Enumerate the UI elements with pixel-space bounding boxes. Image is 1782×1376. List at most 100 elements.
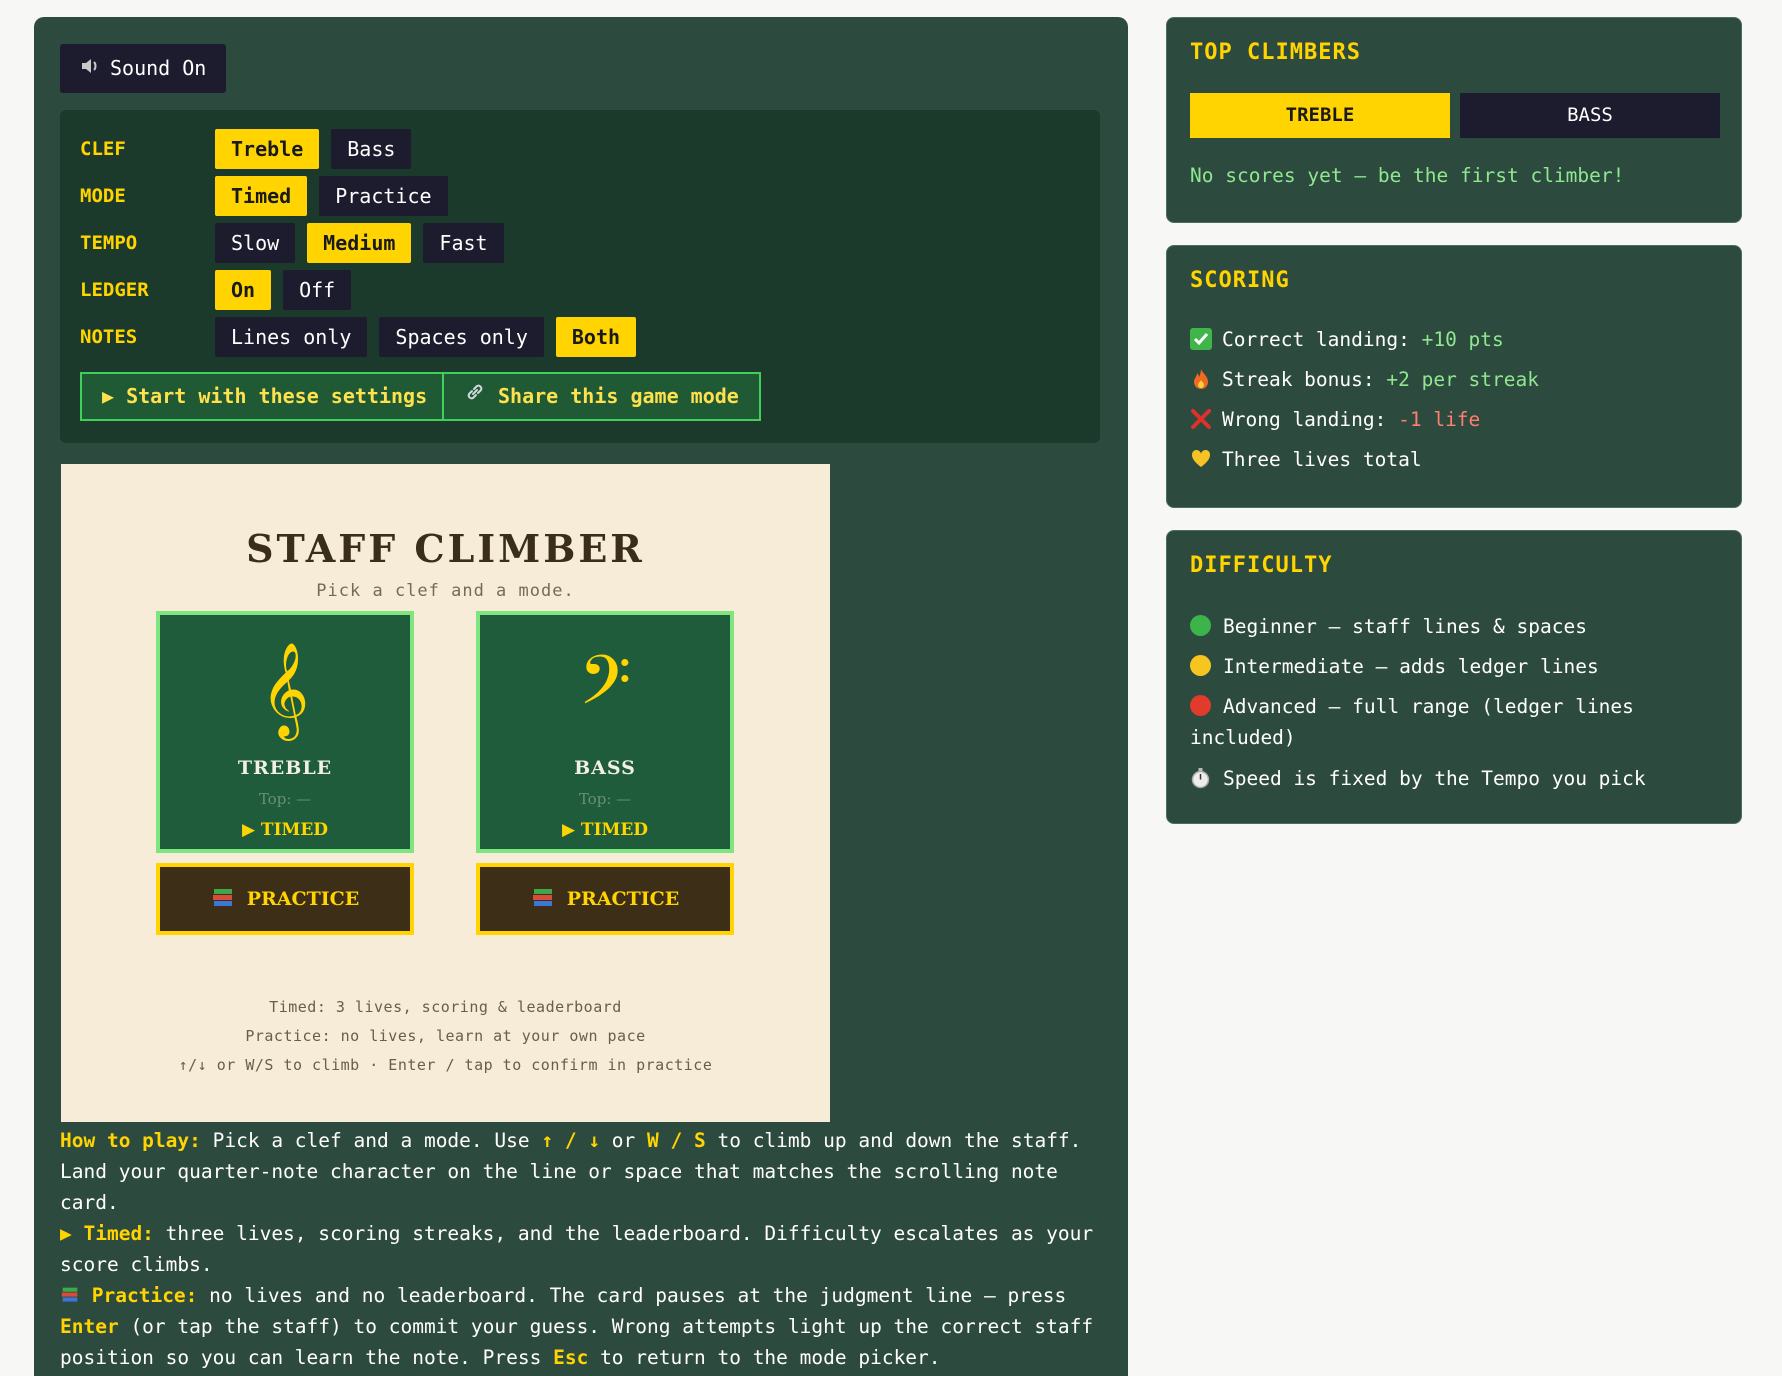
stopwatch-icon (1190, 767, 1223, 790)
clef-card-top-score: Top: — (258, 790, 312, 808)
howto-text: to return to the mode picker. (588, 1346, 941, 1369)
arrow-keys: ↑ / ↓ (541, 1129, 601, 1152)
leaderboard-panel: TOP CLIMBERS TREBLE BASS No scores yet —… (1166, 17, 1742, 223)
bass-timed-card[interactable]: 𝄢 BASS Top: — ▶ TIMED (476, 611, 734, 853)
option-practice[interactable]: Practice (319, 176, 448, 216)
option-fast[interactable]: Fast (423, 223, 504, 263)
howto-text: Pick a clef and a mode. Use (200, 1129, 542, 1152)
enter-key: Enter (60, 1315, 119, 1338)
setting-row-notes: NOTES Lines only Spaces only Both (80, 317, 648, 357)
option-ledger-on[interactable]: On (215, 270, 272, 310)
game-subtitle: Pick a clef and a mode. (316, 581, 575, 601)
treble-clef-icon: 𝄞 (260, 642, 310, 737)
setting-row-mode: MODE Timed Practice (80, 176, 460, 216)
difficulty-item-speed: Speed is fixed by the Tempo you pick (1190, 763, 1720, 794)
difficulty-panel: DIFFICULTY Beginner — staff lines & spac… (1166, 530, 1742, 824)
option-medium[interactable]: Medium (307, 223, 412, 263)
setting-label: CLEF (80, 138, 126, 160)
esc-key: Esc (553, 1346, 589, 1369)
how-to-play: How to play: Pick a clef and a mode. Use… (60, 1125, 1110, 1373)
howto-label: How to play: (60, 1129, 201, 1152)
yellow-circle-icon (1190, 655, 1211, 676)
option-both[interactable]: Both (555, 317, 637, 357)
red-circle-icon (1190, 695, 1211, 716)
option-bass[interactable]: Bass (331, 129, 412, 169)
leaderboard-tab-treble[interactable]: TREBLE (1190, 93, 1450, 138)
scoring-item-correct: Correct landing: +10 pts (1190, 324, 1720, 355)
sound-toggle-button[interactable]: Sound On (60, 44, 227, 93)
option-lines-only[interactable]: Lines only (215, 317, 368, 357)
game-canvas[interactable]: STAFF CLIMBER Pick a clef and a mode. 𝄞 … (61, 464, 830, 1122)
practice-label: PRACTICE (566, 888, 680, 910)
clef-card-timed-label: ▶ TIMED (561, 820, 649, 840)
howto-paragraph-3: Practice: no lives and no leaderboard. T… (60, 1280, 1110, 1373)
difficulty-item-intermediate: Intermediate — adds ledger lines (1190, 651, 1720, 682)
difficulty-text: Beginner — staff lines & spaces (1223, 615, 1587, 638)
share-button[interactable]: Share this game mode (442, 372, 761, 421)
difficulty-text: Speed is fixed by the Tempo you pick (1223, 767, 1646, 790)
books-icon (531, 885, 555, 914)
game-panel: Sound On CLEF Treble Bass MODE Timed Pra… (34, 17, 1128, 1376)
scoring-label: Streak bonus: (1222, 368, 1387, 391)
game-note-timed: Timed: 3 lives, scoring & leaderboard (269, 998, 622, 1016)
howto-text: three lives, scoring streaks, and the le… (60, 1222, 1094, 1276)
leaderboard-tab-bass[interactable]: BASS (1460, 93, 1720, 138)
howto-paragraph-2: ▶ Timed: three lives, scoring streaks, a… (60, 1218, 1110, 1280)
ws-keys: W / S (647, 1129, 706, 1152)
game-note-practice: Practice: no lives, learn at your own pa… (245, 1027, 646, 1045)
start-button[interactable]: ▶ Start with these settings (80, 372, 450, 421)
check-icon (1190, 328, 1222, 351)
scoring-label: Three lives total (1222, 448, 1422, 471)
clef-card-top-score: Top: — (578, 790, 632, 808)
scoring-label: Correct landing: (1222, 328, 1422, 351)
leaderboard-title: TOP CLIMBERS (1190, 40, 1361, 65)
scoring-value: +10 pts (1421, 328, 1504, 351)
bass-practice-button[interactable]: PRACTICE (476, 863, 734, 935)
practice-heading: Practice: (91, 1284, 198, 1307)
bass-clef-icon: 𝄢 (578, 642, 632, 737)
scoring-panel: SCORING Correct landing: +10 pts Streak … (1166, 245, 1742, 508)
scoring-item-lives: Three lives total (1190, 444, 1720, 475)
game-note-controls: ↑/↓ or W/S to climb · Enter / tap to con… (178, 1056, 713, 1074)
share-button-label: Share this game mode (498, 384, 739, 408)
setting-label: TEMPO (80, 232, 138, 254)
howto-paragraph-1: How to play: Pick a clef and a mode. Use… (60, 1125, 1110, 1218)
speaker-icon (80, 44, 100, 93)
sound-toggle-label: Sound On (110, 56, 207, 80)
timed-label: ▶ Timed: (60, 1222, 154, 1245)
scoring-item-wrong: Wrong landing: -1 life (1190, 404, 1720, 435)
heart-icon (1190, 448, 1222, 471)
option-ledger-off[interactable]: Off (283, 270, 352, 310)
treble-timed-card[interactable]: 𝄞 TREBLE Top: — ▶ TIMED (156, 611, 414, 853)
scoring-value: -1 life (1398, 408, 1481, 431)
setting-label: LEDGER (80, 279, 149, 301)
option-spaces-only[interactable]: Spaces only (379, 317, 544, 357)
setting-row-clef: CLEF Treble Bass (80, 129, 423, 169)
treble-practice-button[interactable]: PRACTICE (156, 863, 414, 935)
scoring-value: +2 per streak (1386, 368, 1539, 391)
howto-text: or (600, 1129, 648, 1152)
setting-row-ledger: LEDGER On Off (80, 270, 363, 310)
difficulty-title: DIFFICULTY (1190, 553, 1333, 578)
cross-icon (1190, 408, 1222, 431)
link-icon (464, 374, 486, 419)
difficulty-item-advanced: Advanced — full range (ledger lines incl… (1190, 691, 1720, 753)
setting-row-tempo: TEMPO Slow Medium Fast (80, 223, 516, 263)
scoring-item-streak: Streak bonus: +2 per streak (1190, 364, 1720, 395)
fire-icon (1190, 368, 1222, 391)
scoring-label: Wrong landing: (1222, 408, 1399, 431)
leaderboard-empty-message: No scores yet — be the first climber! (1190, 164, 1625, 187)
option-treble[interactable]: Treble (215, 129, 320, 169)
difficulty-text: Advanced — full range (ledger lines incl… (1190, 695, 1634, 749)
green-circle-icon (1190, 615, 1211, 636)
option-slow[interactable]: Slow (215, 223, 296, 263)
scoring-title: SCORING (1190, 268, 1290, 293)
difficulty-item-beginner: Beginner — staff lines & spaces (1190, 611, 1720, 642)
clef-card-timed-label: ▶ TIMED (241, 820, 329, 840)
books-icon (211, 885, 235, 914)
option-timed[interactable]: Timed (215, 176, 308, 216)
setting-label: MODE (80, 185, 126, 207)
clef-card-name: BASS (574, 757, 636, 779)
difficulty-text: Intermediate — adds ledger lines (1223, 655, 1599, 678)
howto-text: no lives and no leaderboard. The card pa… (197, 1284, 1067, 1307)
